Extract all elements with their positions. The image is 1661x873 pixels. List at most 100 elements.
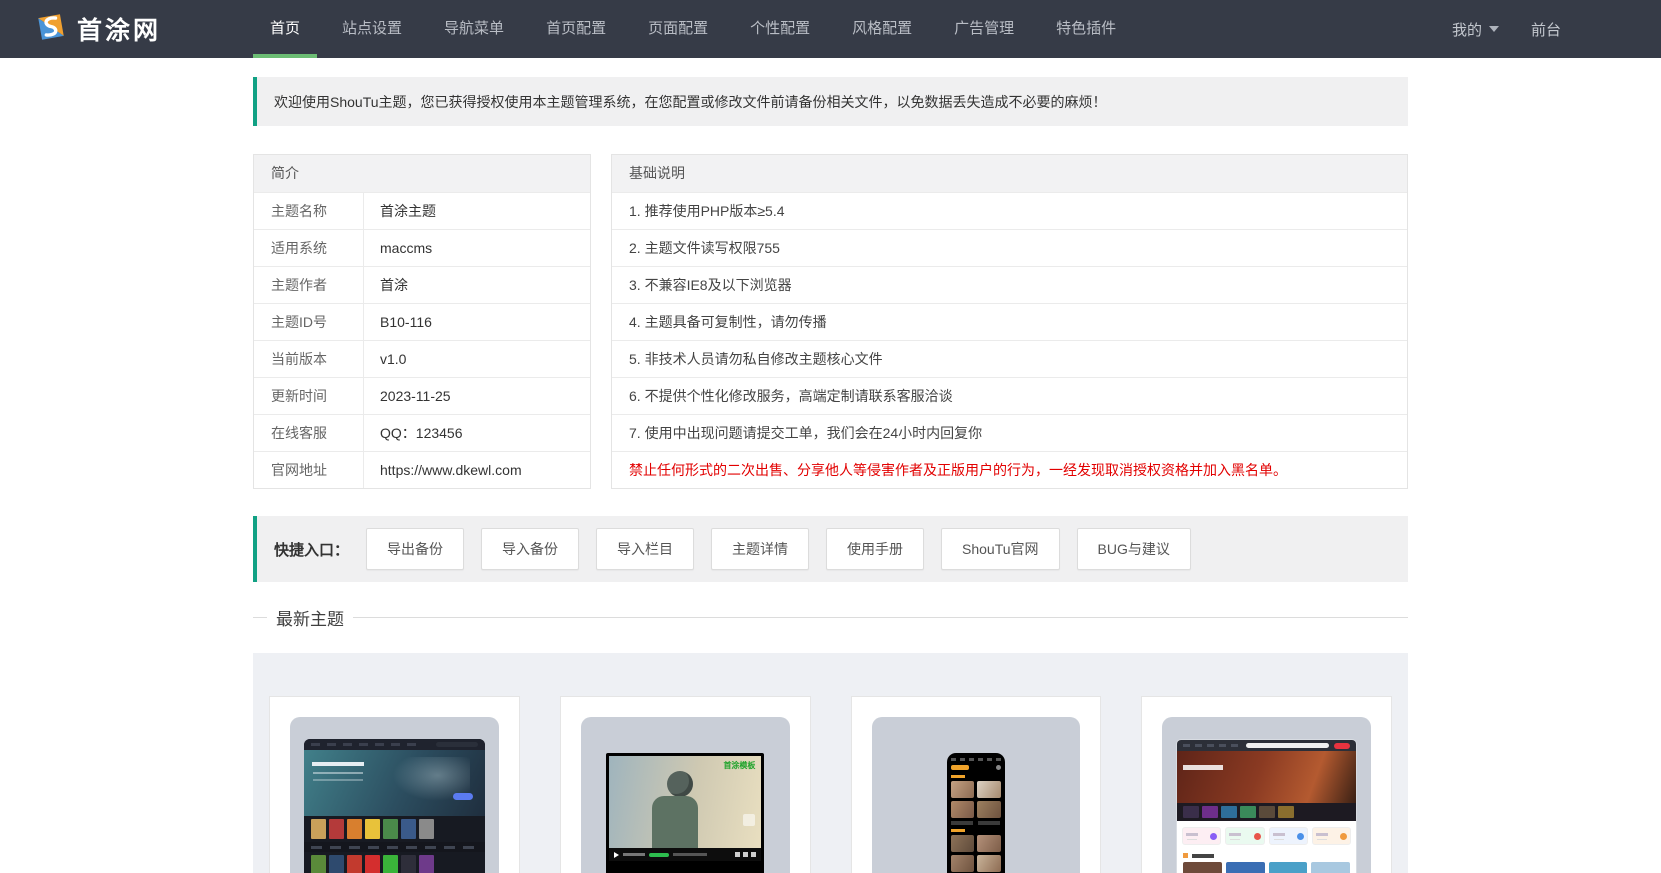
mock-video-screen: 首涂模板: [608, 756, 762, 848]
notes-panel: 基础说明 1. 推荐使用PHP版本≥5.4 2. 主题文件读写权限755 3. …: [611, 154, 1408, 489]
note-row: 2. 主题文件读写权限755: [612, 229, 1407, 266]
theme-preview-mobile-app: [871, 717, 1081, 873]
mock-filter-row: [304, 842, 485, 852]
quick-entry-label: 快捷入口：: [274, 541, 350, 559]
latest-themes-heading: 最新主题: [253, 605, 1408, 630]
intro-panel: 简介 主题名称 首涂主题 适用系统 maccms 主题作者 首涂 主题ID号 B…: [253, 154, 591, 489]
frontend-link[interactable]: 前台: [1531, 19, 1561, 40]
note-row: 4. 主题具备可复制性，请勿传播: [612, 303, 1407, 340]
mock-photo-grid: [950, 781, 1001, 818]
theme-card-video-player[interactable]: 首涂模板: [559, 696, 811, 873]
mock-section-label: [950, 829, 965, 832]
note-row: 5. 非技术人员请勿私自修改主题核心文件: [612, 340, 1407, 377]
theme-preview-dark-desktop: [290, 717, 499, 873]
import-backup-button[interactable]: 导入备份: [481, 528, 580, 570]
mock-title-text: [672, 853, 707, 856]
mock-bullet: [1183, 853, 1189, 858]
row-label: 当前版本: [254, 341, 364, 377]
mock-browser-bar: [1177, 740, 1356, 751]
shoutu-logo-icon: [35, 11, 67, 48]
mock-light-site: [1176, 739, 1357, 873]
shoutu-official-button[interactable]: ShouTu官网: [941, 528, 1060, 570]
note-row: 7. 使用中出现问题请提交工单，我们会在24小时内回复你: [612, 414, 1407, 451]
row-value: 首涂: [380, 277, 408, 293]
user-manual-button[interactable]: 使用手册: [826, 528, 925, 570]
mock-hero-banner: [304, 750, 485, 816]
latest-themes-section: 首涂模板: [253, 653, 1408, 873]
table-row: 主题作者 首涂: [254, 266, 590, 303]
row-label: 更新时间: [254, 378, 364, 414]
theme-card-mobile-app[interactable]: [850, 696, 1102, 873]
table-row: 主题名称 首涂主题: [254, 192, 590, 229]
note-row: 1. 推荐使用PHP版本≥5.4: [612, 192, 1407, 229]
table-row: 更新时间 2023-11-25: [254, 377, 590, 414]
table-row: 官网地址 https://www.dkewl.com: [254, 451, 590, 488]
mock-next-button: [743, 814, 756, 826]
nav-item-home-config[interactable]: 首页配置: [525, 0, 627, 58]
divider: [253, 617, 267, 618]
play-icon: [613, 851, 619, 858]
latest-themes-title: 最新主题: [276, 610, 344, 629]
mock-search-pill: [1246, 743, 1329, 748]
mock-play-button: [452, 793, 473, 800]
mock-app-header: [950, 765, 1001, 770]
watermark-text: 首涂模板: [723, 761, 756, 770]
mock-player-buttons: [735, 852, 757, 857]
theme-card-dark-desktop[interactable]: [269, 696, 520, 873]
bug-suggestion-button[interactable]: BUG与建议: [1076, 528, 1191, 570]
row-value: v1.0: [380, 351, 407, 367]
import-category-button[interactable]: 导入栏目: [596, 528, 695, 570]
theme-card-light-desktop[interactable]: [1141, 696, 1392, 873]
header-right: 我的 前台: [1452, 0, 1561, 58]
intro-panel-title: 简介: [254, 155, 590, 192]
welcome-banner-text: 欢迎使用ShouTu主题，您已获得授权使用本主题管理系统，在您配置或修改文件前请…: [274, 93, 1107, 110]
row-label: 官网地址: [254, 452, 364, 488]
mock-hero-text: [312, 762, 364, 766]
nav-item-home[interactable]: 首页: [249, 0, 321, 58]
nav-item-ad-management[interactable]: 广告管理: [933, 0, 1035, 58]
official-site-url: https://www.dkewl.com: [380, 462, 522, 478]
my-dropdown[interactable]: 我的: [1452, 19, 1499, 40]
row-value: maccms: [380, 240, 433, 256]
mock-statusbar: [950, 758, 1001, 761]
mock-player-controls: [608, 848, 762, 861]
theme-preview-light-desktop: [1162, 717, 1371, 873]
row-label: 主题名称: [254, 193, 364, 229]
export-backup-button[interactable]: 导出备份: [366, 528, 465, 570]
mock-time-text: [622, 853, 645, 856]
logo-text: 首涂网: [77, 17, 162, 45]
table-row: 在线客服 QQ：123456: [254, 414, 590, 451]
mock-section-label: [950, 775, 965, 778]
nav-item-featured-plugins[interactable]: 特色插件: [1035, 0, 1137, 58]
row-label: 主题作者: [254, 267, 364, 303]
mock-nav-links: [1183, 744, 1242, 747]
mock-login-button: [1334, 742, 1350, 749]
nav-item-style-config[interactable]: 风格配置: [831, 0, 933, 58]
mock-nav-links: [311, 743, 422, 746]
quick-entry-bar: 快捷入口： 导出备份 导入备份 导入栏目 主题详情 使用手册 ShouTu官网 …: [253, 516, 1408, 582]
nav-item-personal-config[interactable]: 个性配置: [729, 0, 831, 58]
mock-dark-site: [304, 739, 485, 873]
nav-item-page-config[interactable]: 页面配置: [627, 0, 729, 58]
welcome-banner: 欢迎使用ShouTu主题，您已获得授权使用本主题管理系统，在您配置或修改文件前请…: [253, 77, 1408, 126]
mock-caption-row: [950, 821, 1001, 825]
divider: [353, 617, 1408, 618]
table-row: 当前版本 v1.0: [254, 340, 590, 377]
logo[interactable]: 首涂网: [35, 0, 161, 58]
row-value: 2023-11-25: [380, 388, 451, 404]
nav-item-nav-menu[interactable]: 导航菜单: [423, 0, 525, 58]
mock-phone: [946, 753, 1005, 873]
mock-progress-bar: [648, 852, 669, 857]
top-navbar: 首涂网 首页 站点设置 导航菜单 首页配置 页面配置 个性配置 风格配置 广告管…: [0, 0, 1661, 58]
table-row: 主题ID号 B10-116: [254, 303, 590, 340]
theme-preview-video-player: 首涂模板: [580, 717, 790, 873]
mock-poster-row: [1177, 803, 1356, 821]
mock-category-cards: [1177, 821, 1356, 851]
mock-search-pill: [435, 742, 478, 747]
mock-thumb-row: [1177, 862, 1356, 873]
row-label: 适用系统: [254, 230, 364, 266]
nav-item-site-settings[interactable]: 站点设置: [321, 0, 423, 58]
mock-figure-head: [666, 770, 693, 797]
mock-poster-row: [304, 816, 485, 842]
theme-detail-button[interactable]: 主题详情: [711, 528, 810, 570]
